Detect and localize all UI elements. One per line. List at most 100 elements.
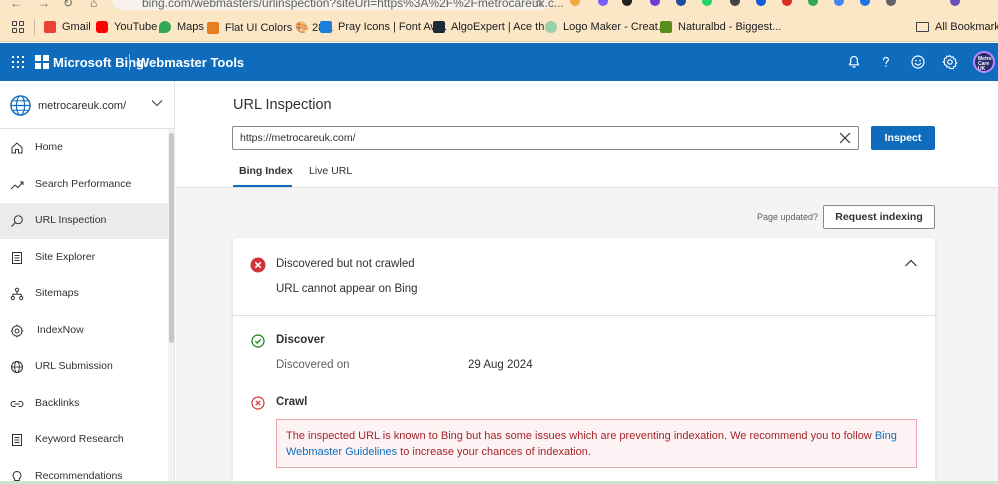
request-indexing-button[interactable]: Request indexing: [823, 205, 935, 229]
extension-icon[interactable]: [598, 0, 608, 6]
bookmark-youtube[interactable]: YouTube: [96, 21, 157, 33]
naturalbd-icon: [660, 21, 672, 33]
maps-pin-icon: [159, 21, 171, 33]
flag-icon: [320, 21, 332, 33]
apps-grid-icon[interactable]: [12, 21, 24, 33]
forward-arrow-icon[interactable]: →: [38, 0, 50, 10]
bookmark-label: Logo Maker - Creat...: [563, 21, 667, 33]
help-icon[interactable]: [878, 54, 894, 70]
url-input[interactable]: [232, 126, 859, 150]
sidebar-scrollbar-thumb[interactable]: [169, 133, 174, 343]
bookmark-maps[interactable]: Maps: [159, 21, 204, 33]
reload-icon[interactable]: ↻: [63, 0, 73, 10]
bookmark-pray-icons[interactable]: Pray Icons | Font Aw...: [320, 21, 447, 33]
bookmarks-bar: Gmail YouTube Maps Flat UI Colors 🎨 28..…: [0, 12, 998, 42]
chevron-up-icon[interactable]: [904, 258, 918, 268]
site-name: metrocareuk.com/: [38, 100, 127, 112]
bookmark-label: Flat UI Colors 🎨 28...: [225, 22, 334, 34]
extension-icon[interactable]: [676, 0, 686, 6]
sidebar-item-indexnow[interactable]: IndexNow: [0, 313, 168, 349]
extension-icon[interactable]: [808, 0, 818, 6]
all-bookmarks-label: All Bookmarks: [935, 21, 998, 33]
card-divider: [233, 315, 935, 316]
extension-icon[interactable]: [622, 0, 632, 6]
extension-icon[interactable]: [886, 0, 896, 6]
discover-title: Discover: [276, 334, 325, 346]
app-launcher-icon[interactable]: [12, 56, 24, 68]
sidebar-item-url-inspection[interactable]: URL Inspection: [0, 203, 168, 239]
gear-icon: [10, 324, 24, 338]
sidebar-item-label: Home: [35, 141, 64, 153]
sidebar-item-backlinks[interactable]: Backlinks: [0, 386, 168, 422]
error-circle-icon: [250, 257, 266, 273]
tab-live-url[interactable]: Live URL: [309, 165, 352, 177]
sidebar-item-keyword-research[interactable]: Keyword Research: [0, 422, 168, 458]
bookmark-label: Naturalbd - Biggest...: [678, 21, 782, 33]
brand-name[interactable]: Microsoft Bing: [53, 55, 144, 70]
clear-icon[interactable]: [837, 130, 853, 146]
discovered-on-value: 29 Aug 2024: [468, 359, 533, 371]
brand-divider: [129, 54, 130, 70]
trend-icon: [10, 181, 24, 190]
extension-icon[interactable]: [570, 0, 580, 6]
bookmark-label: YouTube: [114, 21, 158, 33]
extension-icon[interactable]: [702, 0, 712, 6]
extension-icon[interactable]: [834, 0, 844, 6]
bookmark-gmail[interactable]: Gmail: [44, 21, 91, 33]
home-browser-icon[interactable]: ⌂: [90, 0, 97, 10]
sidebar-item-label: IndexNow: [37, 324, 84, 336]
page-updated-link[interactable]: Page updated?: [757, 212, 818, 222]
back-arrow-icon[interactable]: ←: [10, 0, 22, 10]
youtube-icon: [96, 21, 108, 33]
bookmark-naturalbd[interactable]: Naturalbd - Biggest...: [660, 21, 781, 33]
extension-icon[interactable]: [730, 0, 740, 6]
product-name[interactable]: Webmaster Tools: [137, 55, 244, 70]
bookmark-logo-maker[interactable]: Logo Maker - Creat...: [545, 21, 667, 33]
tab-bing-index[interactable]: Bing Index: [239, 165, 293, 177]
bookmark-label: AlgoExpert | Ace th...: [451, 21, 554, 33]
status-subtitle: URL cannot appear on Bing: [276, 283, 418, 295]
crawl-error-alert: The inspected URL is known to Bing but h…: [276, 419, 917, 468]
inspection-header: URL Inspection Inspect Bing Index Live U…: [176, 81, 998, 188]
sidebar-item-label: Search Performance: [35, 178, 132, 190]
profile-icon[interactable]: [950, 0, 960, 6]
bookmark-star-icon[interactable]: ☆: [534, 0, 545, 10]
bell-icon[interactable]: [846, 54, 862, 70]
sitemap-icon: [10, 287, 24, 301]
search-icon: [11, 215, 23, 227]
sidebar-item-label: URL Inspection: [35, 214, 107, 226]
sidebar-item-label: Site Explorer: [35, 251, 96, 263]
address-bar-url[interactable]: bing.com/webmasters/urlinspection?siteUr…: [142, 0, 564, 10]
app-header: Microsoft Bing Webmaster Tools: [0, 43, 998, 81]
sidebar-item-search-performance[interactable]: Search Performance: [0, 167, 168, 203]
avatar[interactable]: Metro Care UK: [973, 51, 995, 73]
sidebar-item-url-submission[interactable]: URL Submission: [0, 349, 168, 385]
site-selector[interactable]: metrocareuk.com/: [0, 81, 174, 129]
feedback-smiley-icon[interactable]: [910, 54, 926, 70]
settings-gear-icon[interactable]: [942, 54, 958, 70]
crawl-alert-text-end: to increase your chances of indexation.: [400, 445, 591, 458]
active-tab-indicator: [233, 185, 292, 187]
extension-icon[interactable]: [650, 0, 660, 6]
folder-icon: [916, 22, 929, 32]
sidebar-item-label: Sitemaps: [35, 287, 79, 299]
bookmark-algoexpert[interactable]: AlgoExpert | Ace th...: [433, 21, 554, 33]
inspect-button[interactable]: Inspect: [871, 126, 935, 150]
discovered-on-label: Discovered on: [276, 359, 350, 371]
all-bookmarks-button[interactable]: All Bookmarks: [916, 21, 998, 33]
globe-icon: [10, 95, 31, 116]
bookmark-label: Maps: [177, 21, 204, 33]
chevron-down-icon[interactable]: [151, 99, 163, 107]
extension-icon[interactable]: [860, 0, 870, 6]
crawl-alert-text: The inspected URL is known to Bing but h…: [286, 430, 872, 442]
flat-ui-icon: [207, 21, 219, 34]
bookmarks-divider: [34, 19, 35, 35]
sidebar-item-sitemaps[interactable]: Sitemaps: [0, 276, 168, 312]
sidebar-item-home[interactable]: Home: [0, 130, 168, 166]
link-icon: [10, 401, 24, 407]
bookmark-flat-ui[interactable]: Flat UI Colors 🎨 28...: [207, 21, 333, 34]
extension-icon[interactable]: [782, 0, 792, 6]
sidebar-item-site-explorer[interactable]: Site Explorer: [0, 240, 168, 276]
extension-icon[interactable]: [756, 0, 766, 6]
sidebar-item-label: URL Submission: [35, 360, 113, 372]
